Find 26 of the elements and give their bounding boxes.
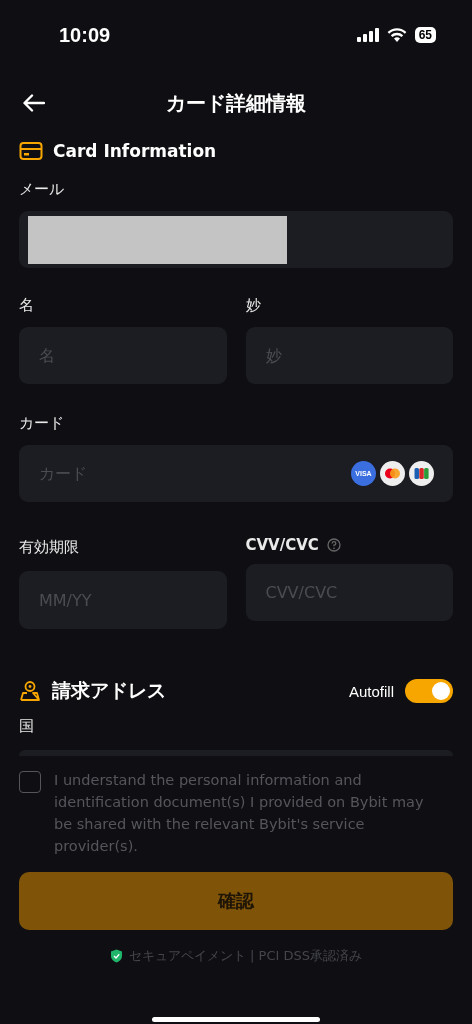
consent-text: I understand the personal information and identification document(s) I provided on Bybit may be shared with the relevant Bybit's service provider(s). (54, 771, 425, 856)
consent-checkbox[interactable] (19, 771, 41, 793)
field-label: メール (19, 180, 65, 199)
field-label: 妙 (245, 296, 262, 315)
autofill-toggle[interactable] (405, 679, 453, 703)
mastercard-logo (380, 461, 405, 486)
location-person-icon (19, 680, 41, 702)
field-label: CVV/CVC (245, 536, 319, 554)
wifi-icon (386, 28, 407, 42)
email-field[interactable] (19, 211, 453, 268)
status-time: 10:09 (59, 23, 111, 47)
page-title: カード詳細情報 (166, 89, 306, 117)
field-label: 名 (19, 296, 35, 315)
section-title: Card Information (53, 141, 217, 161)
shield-check-icon (109, 949, 123, 963)
field-label: 国 (19, 717, 35, 736)
section-title: 請求アドレス (52, 678, 167, 703)
help-icon[interactable] (326, 538, 341, 552)
jcb-logo (409, 461, 434, 486)
credit-card-icon (19, 141, 43, 161)
back-arrow-icon[interactable] (23, 94, 45, 112)
signal-icon (356, 28, 379, 42)
field-label: カード (19, 414, 65, 433)
field-label: 有効期限 (19, 538, 80, 557)
battery-indicator: 65 (414, 27, 436, 43)
autofill-label: Autofill (348, 682, 394, 700)
